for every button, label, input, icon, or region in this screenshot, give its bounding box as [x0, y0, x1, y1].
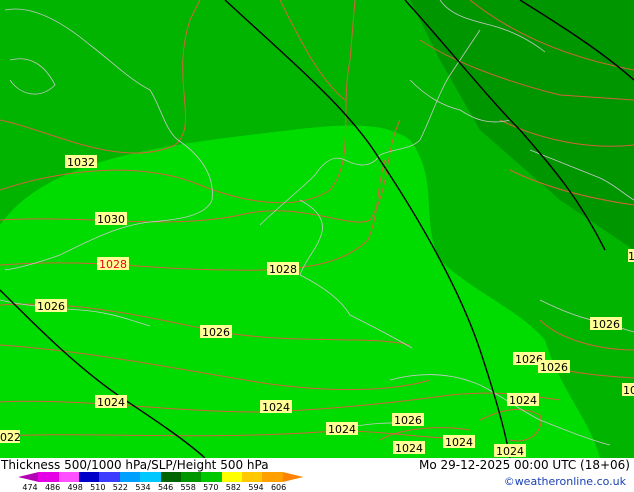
color-scale — [18, 472, 304, 482]
color-scale-swatch — [241, 472, 263, 482]
color-scale-swatch — [221, 472, 243, 482]
color-scale-tick-label: 558 — [180, 483, 196, 492]
color-scale-tick-label: 510 — [90, 483, 106, 492]
isobar-label: 1026 — [590, 317, 622, 331]
color-scale-swatch — [119, 472, 141, 482]
isobar-label: 022 — [0, 430, 21, 444]
isobar-label: 1030 — [95, 212, 127, 226]
color-scale-swatch — [79, 472, 100, 482]
color-scale-tick-label: 486 — [44, 483, 61, 492]
isobar-label: 1024 — [494, 444, 526, 458]
isobar-label: 1024 — [507, 393, 539, 407]
svg-text:1028: 1028 — [269, 263, 297, 276]
isobar-label: 1 — [628, 249, 634, 263]
color-scale-swatch — [140, 472, 161, 482]
credit-link[interactable]: ©weatheronline.co.uk — [504, 475, 626, 488]
color-scale-tick-label: 522 — [112, 483, 129, 492]
map-title: Thickness 500/1000 hPa/SLP/Height 500 hP… — [1, 458, 269, 472]
color-scale-swatch — [99, 472, 121, 482]
isobar-label: 1024 — [393, 441, 425, 455]
color-scale-tick-label: 594 — [248, 483, 264, 492]
color-scale-tick-label: 498 — [67, 483, 83, 492]
svg-text:1026: 1026 — [540, 361, 568, 374]
map-footer: Thickness 500/1000 hPa/SLP/Height 500 hP… — [0, 458, 634, 492]
isobar-label: 1024 — [260, 400, 292, 414]
svg-text:10: 10 — [623, 384, 634, 397]
svg-text:1026: 1026 — [202, 326, 230, 339]
color-scale-swatch — [160, 472, 182, 482]
color-scale-swatch — [201, 472, 223, 482]
svg-text:1024: 1024 — [328, 423, 356, 436]
isobar-label: 1026 — [200, 325, 232, 339]
svg-text:1024: 1024 — [509, 394, 537, 407]
color-scale-tick-label: 606 — [270, 483, 287, 492]
svg-text:1026: 1026 — [37, 300, 65, 313]
isobar-label: 1024 — [443, 435, 475, 449]
color-scale-swatch — [58, 472, 80, 482]
isobar-label: 1026 — [35, 299, 67, 313]
isobar-label: 1024 — [326, 422, 358, 436]
color-scale-swatch — [38, 472, 60, 482]
color-scale-swatch — [180, 472, 202, 482]
isobar-label: 1026 — [538, 360, 570, 374]
svg-text:022: 022 — [0, 431, 21, 444]
svg-text:1030: 1030 — [97, 213, 125, 226]
color-scale-tick-label: 474 — [22, 483, 38, 492]
isobar-label: 10 — [622, 383, 634, 397]
svg-text:1024: 1024 — [262, 401, 290, 414]
weather-map-view: 1032 1030 1028 1028 1026 1026 1026 1026 … — [0, 0, 634, 492]
isobar-label: 1028 — [97, 257, 129, 271]
svg-text:1024: 1024 — [97, 396, 125, 409]
color-scale-swatch — [18, 472, 39, 482]
svg-text:1: 1 — [628, 250, 634, 263]
svg-text:1026: 1026 — [394, 414, 422, 427]
color-scale-tick-label: 546 — [157, 483, 174, 492]
svg-text:1024: 1024 — [496, 445, 524, 458]
thickness-map: 1032 1030 1028 1028 1026 1026 1026 1026 … — [0, 0, 634, 458]
isobar-label: 1026 — [392, 413, 424, 427]
svg-text:1028: 1028 — [99, 258, 127, 271]
color-scale-tick-label: 534 — [135, 483, 151, 492]
color-scale-swatch — [282, 472, 304, 482]
svg-text:1032: 1032 — [67, 156, 95, 169]
color-scale-tick-label: 570 — [203, 483, 219, 492]
color-scale-swatch — [262, 472, 284, 482]
isobar-label: 1032 — [65, 155, 97, 169]
svg-text:1026: 1026 — [592, 318, 620, 331]
isobar-label: 1024 — [95, 395, 127, 409]
svg-text:1024: 1024 — [395, 442, 423, 455]
isobar-label: 1028 — [267, 262, 299, 276]
svg-text:1024: 1024 — [445, 436, 473, 449]
color-scale-tick-label: 582 — [225, 483, 242, 492]
valid-time: Mo 29-12-2025 00:00 UTC (18+06) — [418, 458, 630, 472]
